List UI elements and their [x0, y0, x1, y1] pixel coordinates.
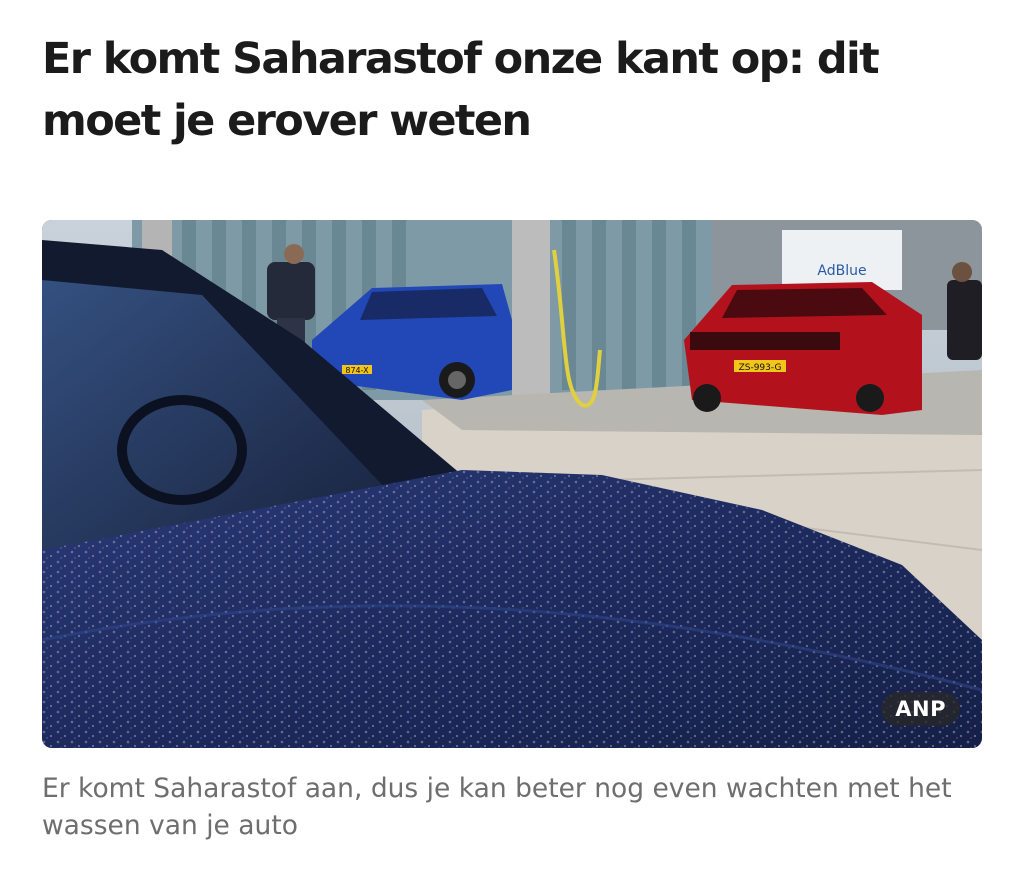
- license-plate-red-car: ZS-993-G: [739, 363, 782, 373]
- article-photo[interactable]: AdBlue 874-X ZS-993-G ANP: [42, 220, 982, 748]
- adblue-sign-text: AdBlue: [817, 263, 866, 279]
- photo-credit-badge: ANP: [881, 692, 960, 726]
- article-headline: Er komt Saharastof onze kant op: dit moe…: [42, 34, 880, 146]
- license-plate-blue-car: 874-X: [345, 366, 369, 375]
- photo-caption: Er komt Saharastof aan, dus je kan beter…: [42, 773, 952, 841]
